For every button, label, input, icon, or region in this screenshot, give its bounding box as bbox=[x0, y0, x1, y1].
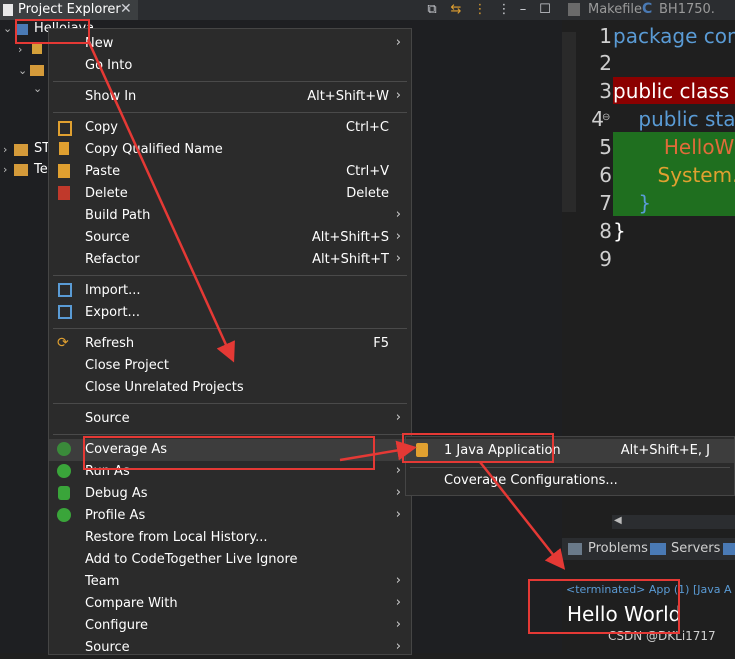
arrow-to-coverage bbox=[86, 39, 235, 363]
annotation-arrows bbox=[86, 39, 566, 570]
arrow-to-console bbox=[479, 461, 566, 570]
arrow-to-submenu bbox=[339, 440, 417, 462]
